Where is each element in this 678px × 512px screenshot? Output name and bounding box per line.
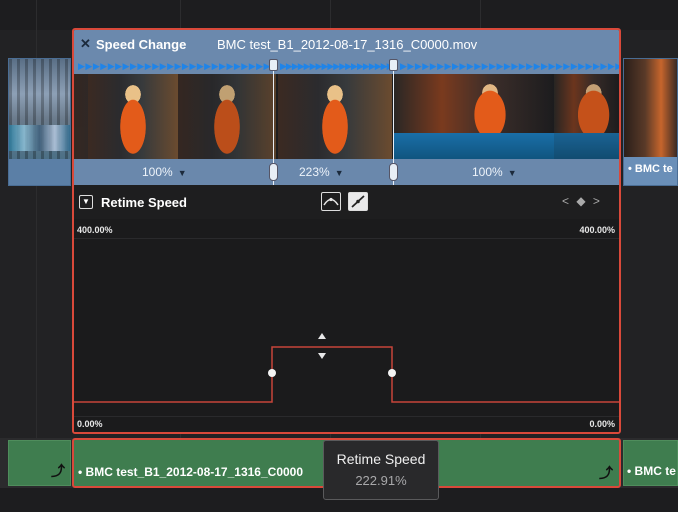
selected-video-clip[interactable]: ✕ Speed Change BMC test_B1_2012-08-17_13… <box>72 28 621 434</box>
segment-speed-dropdown-3[interactable]: 100% ▼ <box>472 165 517 179</box>
speed-point-top-pin[interactable] <box>389 59 398 71</box>
next-audio-clip-label: • BMC te <box>627 464 676 478</box>
ease-curve-icon <box>323 197 339 206</box>
chevron-down-icon: ▼ <box>334 168 344 178</box>
next-video-clip[interactable]: • BMC te <box>623 58 678 186</box>
speed-point-bottom-pin[interactable] <box>269 163 278 181</box>
chevron-down-icon: ▼ <box>177 168 187 178</box>
segment-speed-dropdown-1[interactable]: 100% ▼ <box>142 165 187 179</box>
fade-curve-icon[interactable]: ⤴ <box>51 461 65 481</box>
speed-adjust-down-icon <box>318 353 326 359</box>
clip-thumbnail-detail <box>9 125 70 151</box>
speed-point-handle-2[interactable] <box>389 59 398 185</box>
audio-clip-label: • BMC test_B1_2012-08-17_1316_C0000 <box>78 465 304 479</box>
retime-speed-curve <box>74 346 619 403</box>
chevron-down-icon: ▼ <box>507 168 517 178</box>
thumbnail-frame <box>278 74 392 159</box>
speed-point-bottom-pin[interactable] <box>389 163 398 181</box>
retime-speed-title: Retime Speed <box>101 195 187 210</box>
clip-thumbnails <box>74 74 619 159</box>
tooltip-title: Retime Speed <box>336 451 426 467</box>
ease-curve-button[interactable] <box>321 192 341 211</box>
keyframe-navigation[interactable]: < ◆ > <box>562 194 602 208</box>
thumbnail-frame <box>88 74 178 159</box>
clip-thumbnail <box>624 59 677 157</box>
retime-curve-graph[interactable]: 400.00% 400.00% 0.00% 0.00% <box>74 219 619 432</box>
speed-point-top-pin[interactable] <box>269 59 278 71</box>
next-audio-clip[interactable]: • BMC te <box>623 440 678 486</box>
speed-arrows-segment-2: ▶▶▶▶▶▶▶▶▶▶▶▶▶▶▶▶▶▶▶▶▶▶▶▶▶▶▶▶▶▶▶▶ <box>280 61 392 71</box>
segment-speed-value: 100% <box>472 165 503 179</box>
tooltip-value: 222.91% <box>355 473 407 488</box>
curve-keyframe-2 <box>388 369 396 377</box>
segment-speed-value: 223% <box>299 165 330 179</box>
segment-speed-value: 100% <box>142 165 173 179</box>
speed-arrow-strip: ▶ ▶ ▶ ▶ ▶ ▶ ▶ ▶ ▶ ▶ ▶ ▶ ▶ ▶ ▶ ▶ ▶ ▶ ▶ ▶ … <box>74 59 619 74</box>
retime-curve-svg <box>74 333 619 403</box>
speed-point-handle-1[interactable] <box>269 59 278 185</box>
thumbnail-frame <box>394 74 554 159</box>
clip-filename: BMC test_B1_2012-08-17_1316_C0000.mov <box>217 37 478 52</box>
thumbnail-frame <box>554 74 619 159</box>
speed-percent-row: 100% ▼ 223% ▼ 100% ▼ <box>74 159 619 185</box>
linear-curve-button[interactable] <box>348 192 368 211</box>
linear-curve-icon <box>351 195 365 208</box>
retime-speed-tooltip: Retime Speed 222.91% <box>323 440 439 500</box>
curve-keyframe-1 <box>268 369 276 377</box>
speed-arrows-segment-3: ▶ ▶ ▶ ▶ ▶ ▶ ▶ ▶ ▶ ▶ ▶ ▶ ▶ ▶ ▶ ▶ ▶ ▶ ▶ ▶ … <box>400 61 619 71</box>
speed-change-header: ✕ Speed Change BMC test_B1_2012-08-17_13… <box>74 30 619 59</box>
fade-curve-icon[interactable]: ⤴ <box>599 463 613 483</box>
curve-type-dropdown[interactable]: ▼ <box>79 195 93 209</box>
close-icon[interactable]: ✕ <box>80 36 91 52</box>
next-clip-label: • BMC te <box>628 163 673 175</box>
timeline-top-track <box>0 0 678 30</box>
segment-speed-dropdown-2[interactable]: 223% ▼ <box>299 165 344 179</box>
previous-video-clip[interactable] <box>8 58 71 186</box>
thumbnail-detail <box>394 133 554 159</box>
previous-audio-clip[interactable]: ⤴ <box>8 440 71 486</box>
speed-arrows-segment-1: ▶ ▶ ▶ ▶ ▶ ▶ ▶ ▶ ▶ ▶ ▶ ▶ ▶ ▶ ▶ ▶ ▶ ▶ ▶ ▶ … <box>78 61 272 71</box>
speed-change-label: Speed Change <box>96 37 187 52</box>
thumbnail-detail <box>554 133 619 159</box>
speed-adjust-up-icon <box>318 333 326 339</box>
thumbnail-frame <box>178 74 276 159</box>
retime-curve-header: ▼ Retime Speed < ◆ > <box>74 185 619 219</box>
